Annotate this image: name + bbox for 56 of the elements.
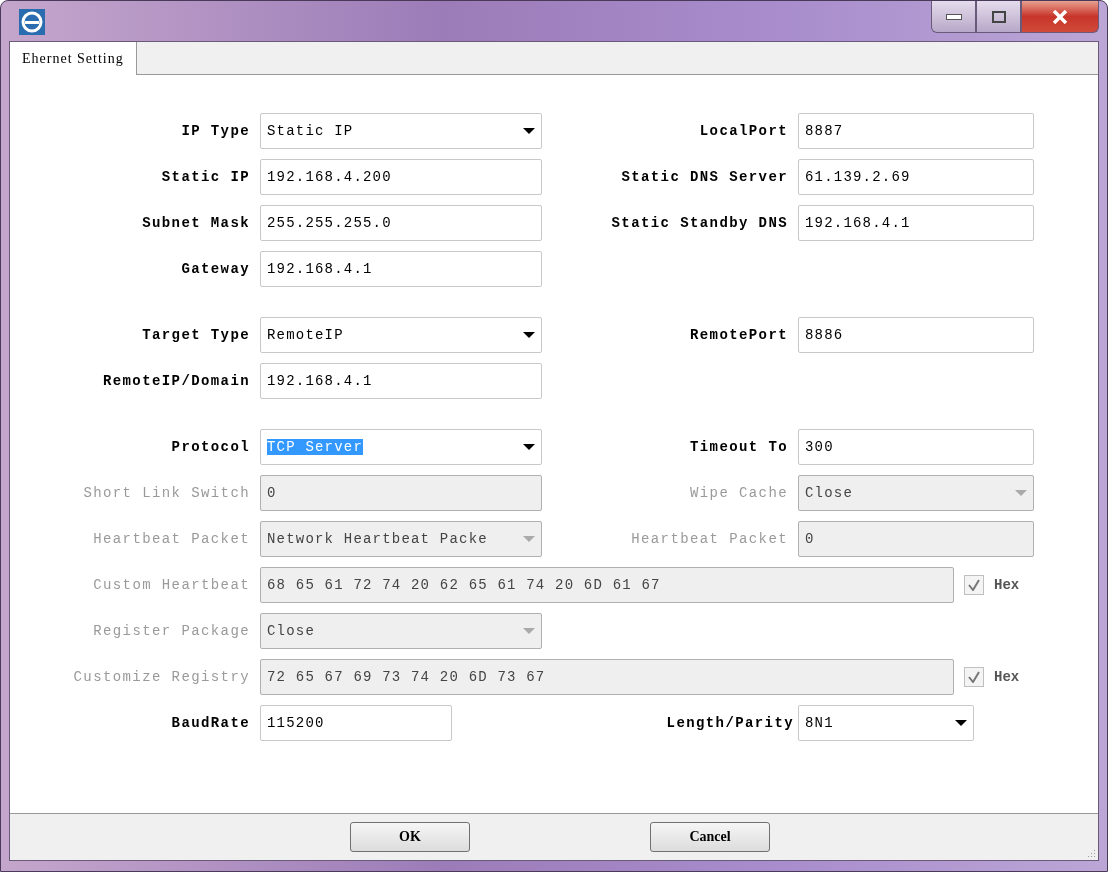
dropdown[interactable]: 8N1 bbox=[798, 705, 974, 741]
dialog-button[interactable]: OK bbox=[350, 822, 470, 852]
minimize-icon bbox=[945, 13, 962, 20]
input-field[interactable]: 255.255.255.0 bbox=[260, 205, 542, 241]
input-field[interactable]: 61.139.2.69 bbox=[798, 159, 1034, 195]
close-button[interactable] bbox=[1021, 1, 1099, 33]
maximize-button[interactable] bbox=[976, 1, 1021, 33]
field-label: Heartbeat Packet bbox=[631, 531, 788, 547]
field-label: Register Package bbox=[93, 623, 250, 639]
field-label: Wipe Cache bbox=[690, 485, 788, 501]
maximize-icon bbox=[991, 10, 1006, 23]
check-icon bbox=[968, 579, 980, 591]
field-label: Timeout To bbox=[690, 439, 788, 455]
field-label: Static DNS Server bbox=[621, 169, 788, 185]
app-icon bbox=[19, 9, 45, 35]
input-field[interactable]: 192.168.4.1 bbox=[260, 363, 542, 399]
input-field[interactable]: 115200 bbox=[260, 705, 452, 741]
minimize-button[interactable] bbox=[931, 1, 976, 33]
input-field[interactable]: 300 bbox=[798, 429, 1034, 465]
caret-icon bbox=[523, 535, 535, 543]
field-label: Short Link Switch bbox=[83, 485, 250, 501]
dropdown[interactable]: Static IP bbox=[260, 113, 542, 149]
field-label: Subnet Mask bbox=[142, 215, 250, 231]
field-label: IP Type bbox=[181, 123, 250, 139]
checkbox-label: Hex bbox=[994, 669, 1020, 685]
checkbox-label: Hex bbox=[994, 577, 1020, 593]
check-icon bbox=[968, 671, 980, 683]
field-label: Gateway bbox=[181, 261, 250, 277]
field-label: Length/Parity bbox=[666, 715, 794, 731]
field-label: Target Type bbox=[142, 327, 250, 343]
dropdown[interactable]: RemoteIP bbox=[260, 317, 542, 353]
field-label: BaudRate bbox=[171, 715, 250, 731]
caret-icon bbox=[1015, 489, 1027, 497]
caret-icon bbox=[955, 719, 967, 727]
field-label: Customize Registry bbox=[73, 669, 250, 685]
resize-grip-icon bbox=[1086, 848, 1096, 858]
caret-icon bbox=[523, 127, 535, 135]
close-icon bbox=[1052, 9, 1068, 24]
input-field[interactable]: 8886 bbox=[798, 317, 1034, 353]
input-field[interactable]: 192.168.4.200 bbox=[260, 159, 542, 195]
dialog-button[interactable]: Cancel bbox=[650, 822, 770, 852]
field-label: Heartbeat Packet bbox=[93, 531, 250, 547]
caret-icon bbox=[523, 627, 535, 635]
field-label: RemoteIP/Domain bbox=[102, 373, 250, 389]
input-field[interactable]: 8887 bbox=[798, 113, 1034, 149]
input-field[interactable]: 192.168.4.1 bbox=[798, 205, 1034, 241]
field-label: LocalPort bbox=[699, 123, 788, 139]
field-label: Protocol bbox=[171, 439, 250, 455]
input-field[interactable]: 192.168.4.1 bbox=[260, 251, 542, 287]
caret-icon bbox=[523, 331, 535, 339]
field-label: Custom Heartbeat bbox=[93, 577, 250, 593]
tab[interactable]: Ehernet Setting bbox=[10, 42, 137, 75]
field-label: Static Standby DNS bbox=[611, 215, 788, 231]
field-label: Static IP bbox=[161, 169, 250, 185]
caret-icon bbox=[523, 443, 535, 451]
field-label: RemotePort bbox=[690, 327, 788, 343]
